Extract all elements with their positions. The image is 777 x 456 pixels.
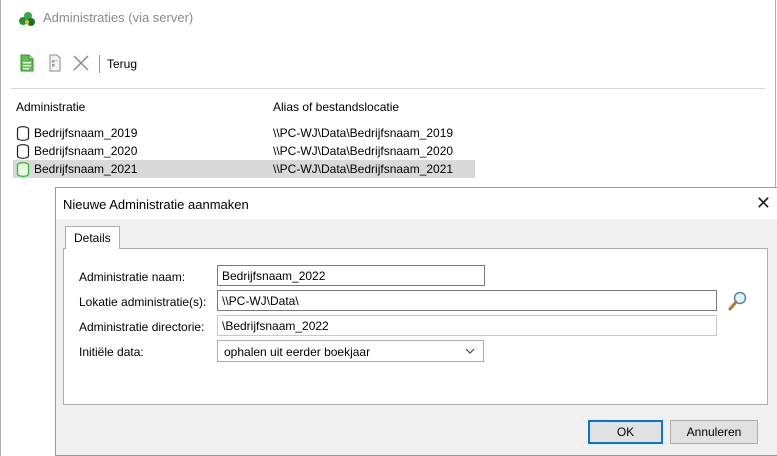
close-icon[interactable]: ✕	[756, 193, 771, 213]
list-item-selected[interactable]: Bedrijfsnaam_2021 \\PC-WJ\Data\Bedrijfsn…	[13, 160, 475, 178]
dialog-title-bar: Nieuwe Administratie aanmaken ✕	[56, 188, 777, 219]
row-name: Bedrijfsnaam_2019	[34, 126, 138, 140]
new-document-icon[interactable]	[17, 53, 37, 73]
toolbar: Terug	[1, 48, 775, 78]
toolbar-separator	[99, 55, 100, 73]
name-label: Administratie naam:	[79, 270, 186, 284]
dialog-title: Nieuwe Administratie aanmaken	[63, 197, 249, 212]
new-administration-dialog: Nieuwe Administratie aanmaken ✕ Details …	[55, 187, 777, 456]
tab-details-label: Details	[74, 231, 111, 245]
database-icon	[16, 144, 30, 159]
chevron-down-icon	[465, 348, 475, 354]
cancel-button[interactable]: Annuleren	[670, 420, 758, 444]
initial-data-label: Initiële data:	[79, 345, 144, 359]
database-icon	[16, 126, 30, 141]
directory-input[interactable]	[217, 315, 717, 336]
initial-data-select[interactable]: ophalen uit eerder boekjaar	[217, 340, 484, 362]
row-name: Bedrijfsnaam_2020	[34, 144, 138, 158]
search-icon[interactable]	[727, 290, 749, 312]
list-item[interactable]: Bedrijfsnaam_2019 \\PC-WJ\Data\Bedrijfsn…	[13, 124, 475, 142]
row-path: \\PC-WJ\Data\Bedrijfsnaam_2021	[273, 162, 454, 176]
back-button[interactable]: Terug	[107, 57, 137, 71]
delete-x-icon[interactable]	[71, 53, 91, 73]
directory-label: Administratie directorie:	[79, 320, 205, 334]
title-bar: Administraties (via server)	[1, 0, 775, 38]
database-icon	[16, 162, 30, 177]
toolbar-divider	[11, 88, 765, 89]
initial-data-value: ophalen uit eerder boekjaar	[224, 345, 371, 359]
ok-button[interactable]: OK	[588, 420, 663, 444]
administration-name-input[interactable]	[217, 265, 485, 286]
tab-details[interactable]: Details	[65, 226, 120, 249]
column-header-alias[interactable]: Alias of bestandslocatie	[273, 100, 399, 114]
window-title: Administraties (via server)	[43, 10, 194, 25]
details-panel: Administratie naam: Lokatie administrati…	[63, 248, 768, 405]
row-path: \\PC-WJ\Data\Bedrijfsnaam_2019	[273, 126, 454, 140]
row-path: \\PC-WJ\Data\Bedrijfsnaam_2020	[273, 144, 454, 158]
copy-document-icon[interactable]	[45, 53, 65, 73]
location-input[interactable]	[217, 290, 717, 311]
column-header-administratie[interactable]: Administratie	[16, 100, 85, 114]
list-item[interactable]: Bedrijfsnaam_2020 \\PC-WJ\Data\Bedrijfsn…	[13, 142, 475, 160]
row-name: Bedrijfsnaam_2021	[34, 162, 138, 176]
location-label: Lokatie administratie(s):	[79, 295, 207, 309]
app-icon	[19, 12, 35, 26]
